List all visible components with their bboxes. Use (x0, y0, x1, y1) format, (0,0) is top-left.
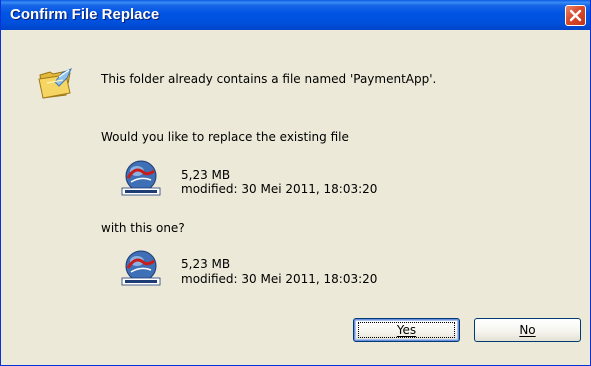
title-bar[interactable]: Confirm File Replace (1, 0, 590, 30)
dialog-body: This folder already contains a file name… (1, 30, 590, 365)
no-button-label: No (519, 323, 536, 337)
existing-file-modified: modified: 30 Mei 2011, 18:03:20 (181, 182, 378, 196)
close-button[interactable] (565, 5, 586, 26)
confirm-file-replace-dialog: Confirm File Replace This folder already… (0, 0, 591, 366)
already-contains-message: This folder already contains a file name… (101, 72, 437, 86)
folder-icon (38, 68, 72, 99)
yes-button[interactable]: Yes (353, 318, 460, 342)
no-button[interactable]: No (474, 318, 581, 342)
existing-file-size: 5,23 MB (181, 168, 231, 182)
yes-button-label: Yes (396, 323, 417, 337)
replace-question: Would you like to replace the existing f… (101, 130, 349, 144)
new-file-size: 5,23 MB (181, 257, 231, 271)
window-title: Confirm File Replace (10, 6, 160, 23)
with-this-one-text: with this one? (101, 221, 185, 235)
close-icon (569, 9, 582, 22)
payment-app-icon (121, 160, 161, 196)
new-file-modified: modified: 30 Mei 2011, 18:03:20 (181, 272, 378, 286)
payment-app-icon (121, 250, 161, 286)
